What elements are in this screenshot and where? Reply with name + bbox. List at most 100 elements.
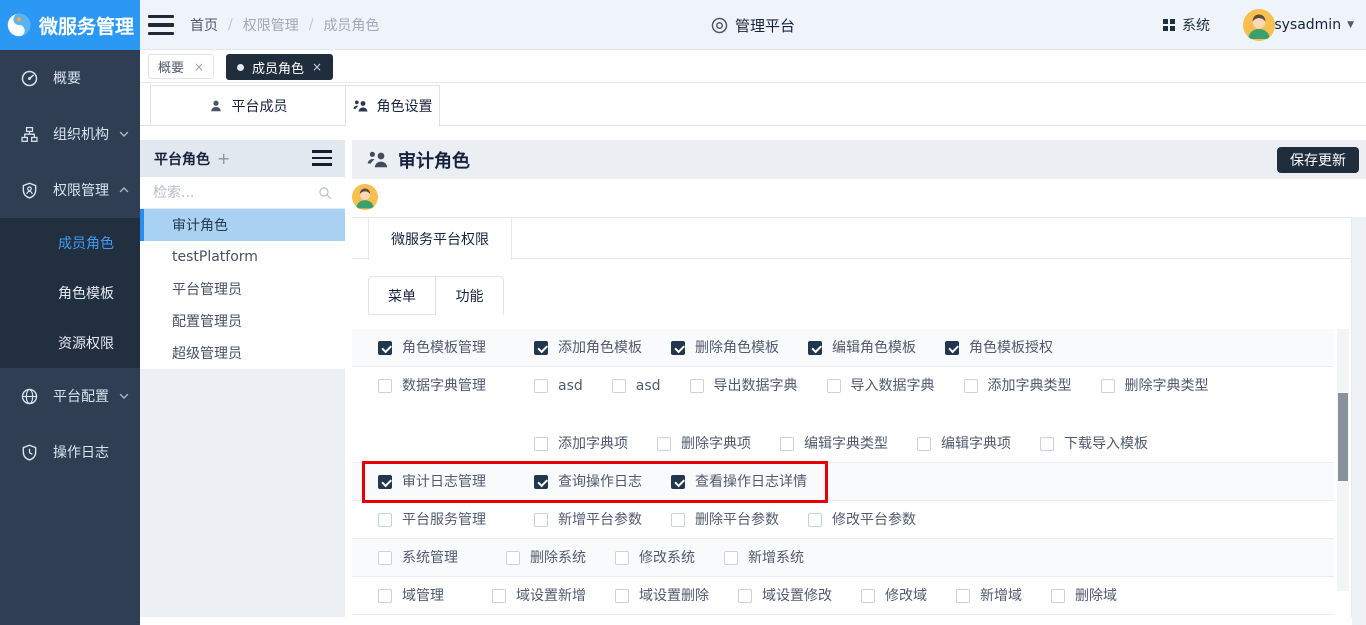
checkbox-unchecked[interactable] [671,513,685,527]
checkbox-checked[interactable] [808,341,822,355]
sidebar-item-organization[interactable]: 组织机构 [0,106,140,162]
permission-item[interactable]: 数据字典管理 [378,378,486,394]
permission-item[interactable]: 删除字典类型 [1101,378,1209,394]
checkbox-unchecked[interactable] [615,551,629,565]
checkbox-unchecked[interactable] [612,379,626,393]
permission-item[interactable]: 编辑字典类型 [780,436,888,452]
user-dropdown[interactable]: sysadmin ▼ [1274,0,1354,50]
permission-item[interactable]: 删除平台参数 [671,512,779,528]
permission-item[interactable]: 系统管理 [378,550,458,566]
app-logo[interactable]: 微服务管理 [0,0,140,50]
checkbox-checked[interactable] [671,475,685,489]
checkbox-unchecked[interactable] [861,589,875,603]
tab-platform-members[interactable]: 平台成员 [150,85,346,126]
permission-item[interactable]: 审计日志管理 [378,474,486,490]
permission-item[interactable]: 域设置修改 [738,588,832,604]
sidebar-item-platform-config[interactable]: 平台配置 [0,368,140,424]
permission-item[interactable]: 查询操作日志 [534,474,642,490]
sidebar-item-operation-logs[interactable]: 操作日志 [0,424,140,480]
checkbox-unchecked[interactable] [492,589,506,603]
permission-item[interactable]: 角色模板管理 [378,340,486,356]
user-avatar[interactable] [1243,9,1275,41]
permission-item[interactable]: 新增系统 [724,550,804,566]
checkbox-checked[interactable] [378,475,392,489]
permission-item[interactable]: 删除字典项 [657,436,751,452]
permission-item[interactable]: 导出数据字典 [690,378,798,394]
permission-item[interactable]: 导入数据字典 [827,378,935,394]
checkbox-unchecked[interactable] [1101,379,1115,393]
permission-item[interactable]: 添加字典项 [534,436,628,452]
permission-item[interactable]: asd [612,378,661,394]
checkbox-unchecked[interactable] [956,589,970,603]
permission-item[interactable]: 修改域 [861,588,927,604]
role-search-input[interactable] [153,185,303,201]
checkbox-unchecked[interactable] [964,379,978,393]
checkbox-unchecked[interactable] [724,551,738,565]
sidebar-item-permissions[interactable]: 权限管理 [0,162,140,218]
permission-item[interactable]: 添加字典类型 [964,378,1072,394]
checkbox-unchecked[interactable] [534,379,548,393]
sidebar-item-overview[interactable]: 概要 [0,50,140,106]
permission-item[interactable]: asd [534,378,583,394]
role-list-item[interactable]: 配置管理员 [140,305,345,337]
permission-item[interactable]: 下载导入模板 [1040,436,1148,452]
permission-item[interactable]: 添加角色模板 [534,340,642,356]
scrollbar-track[interactable] [1337,329,1349,591]
checkbox-unchecked[interactable] [506,551,520,565]
checkbox-unchecked[interactable] [378,513,392,527]
checkbox-unchecked[interactable] [917,437,931,451]
system-menu[interactable]: 系统 [1163,0,1210,50]
checkbox-checked[interactable] [378,341,392,355]
permission-item[interactable]: 平台服务管理 [378,512,486,528]
checkbox-unchecked[interactable] [378,589,392,603]
role-list-item[interactable]: testPlatform [140,241,345,273]
checkbox-unchecked[interactable] [615,589,629,603]
tab-menu[interactable]: 菜单 [368,276,436,315]
platform-switcher[interactable]: 管理平台 [711,0,795,50]
breadcrumb-permission[interactable]: 权限管理 [243,15,299,35]
permission-item[interactable]: 新增平台参数 [534,512,642,528]
save-update-button[interactable]: 保存更新 [1277,147,1359,173]
tab-function[interactable]: 功能 [436,276,504,315]
permission-item[interactable]: 域设置删除 [615,588,709,604]
tab-role-settings[interactable]: 角色设置 [346,85,440,127]
permission-item[interactable]: 角色模板授权 [945,340,1053,356]
permission-item[interactable]: 查看操作日志详情 [671,474,807,490]
sidebar-item-resource-permissions[interactable]: 资源权限 [0,318,140,368]
checkbox-unchecked[interactable] [657,437,671,451]
checkbox-checked[interactable] [534,475,548,489]
permission-item[interactable]: 新增域 [956,588,1022,604]
sidebar-item-role-templates[interactable]: 角色模板 [0,268,140,318]
scrollbar-thumb[interactable] [1338,393,1348,481]
checkbox-unchecked[interactable] [1040,437,1054,451]
permission-item[interactable]: 修改系统 [615,550,695,566]
checkbox-checked[interactable] [534,341,548,355]
checkbox-unchecked[interactable] [808,513,822,527]
breadcrumb-home[interactable]: 首页 [190,15,218,35]
sidebar-item-member-roles[interactable]: 成员角色 [0,218,140,268]
role-list-item[interactable]: 审计角色 [140,209,345,241]
checkbox-unchecked[interactable] [827,379,841,393]
permission-item[interactable]: 删除域 [1051,588,1117,604]
close-icon[interactable]: × [194,60,204,74]
checkbox-checked[interactable] [945,341,959,355]
checkbox-unchecked[interactable] [534,437,548,451]
tab-microservice-platform-permissions[interactable]: 微服务平台权限 [368,218,512,260]
permission-item[interactable]: 编辑角色模板 [808,340,916,356]
permission-item[interactable]: 修改平台参数 [808,512,916,528]
tab-overview[interactable]: 概要 × [148,54,214,79]
checkbox-unchecked[interactable] [780,437,794,451]
menu-toggle-icon[interactable] [148,15,174,35]
checkbox-unchecked[interactable] [378,379,392,393]
permission-item[interactable]: 编辑字典项 [917,436,1011,452]
checkbox-unchecked[interactable] [534,513,548,527]
panel-collapse-icon[interactable] [312,150,332,166]
checkbox-checked[interactable] [671,341,685,355]
permission-item[interactable]: 域管理 [378,588,444,604]
role-list-item[interactable]: 平台管理员 [140,273,345,305]
tab-member-roles-active[interactable]: 成员角色 × [226,54,333,80]
checkbox-unchecked[interactable] [1051,589,1065,603]
permission-item[interactable]: 删除系统 [506,550,586,566]
role-list-item[interactable]: 超级管理员 [140,337,345,369]
close-icon[interactable]: × [312,60,322,74]
